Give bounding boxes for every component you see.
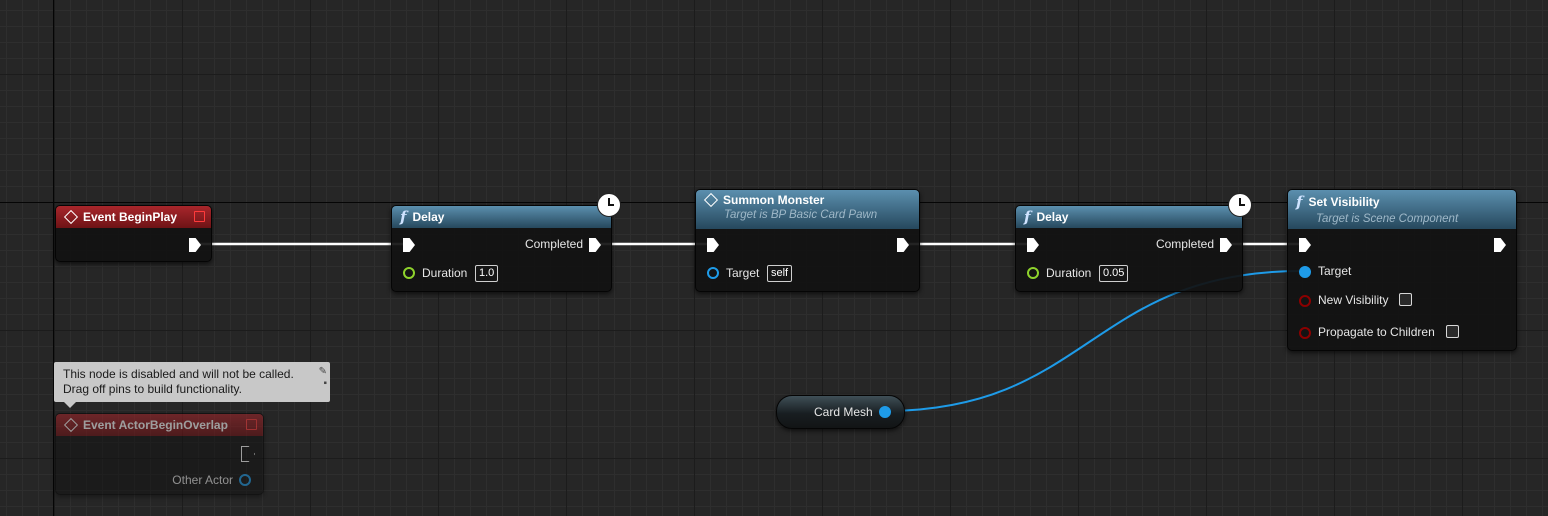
node-delay-2[interactable]: f Delay Completed Duration 0.05 xyxy=(1015,205,1243,292)
propagate-pin[interactable] xyxy=(1299,327,1311,339)
node-header: f Set Visibility Target is Scene Compone… xyxy=(1288,190,1516,229)
exec-out-completed-pin[interactable] xyxy=(1220,238,1232,252)
exec-out-pin[interactable] xyxy=(1494,238,1506,252)
node-header: Event ActorBeginOverlap xyxy=(56,414,263,436)
completed-label: Completed xyxy=(1155,237,1214,251)
node-title: Event BeginPlay xyxy=(83,210,178,224)
node-title: Delay xyxy=(412,210,445,224)
variable-label: Card Mesh xyxy=(814,405,873,419)
target-self-value: self xyxy=(767,265,793,282)
card-mesh-out-pin[interactable] xyxy=(879,406,891,418)
node-summon-monster[interactable]: Summon Monster Target is BP Basic Card P… xyxy=(695,189,920,292)
new-visibility-pin[interactable] xyxy=(1299,295,1311,307)
exec-in-pin[interactable] xyxy=(1027,238,1039,252)
node-header: f Delay xyxy=(1016,206,1242,228)
exec-in-pin[interactable] xyxy=(403,238,415,252)
node-set-visibility[interactable]: f Set Visibility Target is Scene Compone… xyxy=(1287,189,1517,351)
target-label: Target xyxy=(1318,264,1352,278)
new-visibility-checkbox[interactable] xyxy=(1399,293,1412,306)
function-icon: f xyxy=(400,208,407,226)
disabled-node-comment: This node is disabled and will not be ca… xyxy=(54,362,330,408)
target-pin[interactable] xyxy=(1299,266,1311,278)
exec-out-pin[interactable] xyxy=(189,238,201,252)
target-pin[interactable] xyxy=(707,267,719,279)
node-title: Set Visibility xyxy=(1308,195,1380,209)
propagate-checkbox[interactable] xyxy=(1446,325,1459,338)
duration-label: Duration xyxy=(422,266,468,280)
exec-in-pin[interactable] xyxy=(707,238,719,252)
latent-clock-icon xyxy=(597,193,621,217)
exec-in-pin[interactable] xyxy=(1299,238,1311,252)
propagate-label: Propagate to Children xyxy=(1318,325,1435,339)
other-actor-label: Other Actor xyxy=(172,473,233,487)
object-wire-cardmesh-target[interactable] xyxy=(883,270,1303,412)
comment-line-1: This node is disabled and will not be ca… xyxy=(63,367,294,381)
duration-label: Duration xyxy=(1046,266,1092,280)
latent-clock-icon xyxy=(1228,193,1252,217)
node-title: Delay xyxy=(1036,210,1069,224)
custom-event-diamond-icon xyxy=(703,192,719,208)
exec-out-pin[interactable] xyxy=(897,238,909,252)
node-header: Summon Monster Target is BP Basic Card P… xyxy=(696,190,919,229)
new-visibility-label: New Visibility xyxy=(1318,293,1389,307)
function-icon: f xyxy=(1024,208,1031,226)
delegate-pin-icon[interactable] xyxy=(246,419,257,430)
node-title: Event ActorBeginOverlap xyxy=(83,418,228,432)
node-card-mesh-variable[interactable]: Card Mesh xyxy=(776,395,905,429)
completed-label: Completed xyxy=(524,237,583,251)
duration-pin[interactable] xyxy=(1027,267,1039,279)
node-title: Summon Monster xyxy=(723,193,825,207)
exec-out-completed-pin[interactable] xyxy=(589,238,601,252)
delegate-pin-icon[interactable] xyxy=(194,211,205,222)
duration-input[interactable]: 0.05 xyxy=(1099,265,1129,282)
node-delay-1[interactable]: f Delay Completed Duration 1.0 xyxy=(391,205,612,292)
node-event-actorbeginoverlap[interactable]: Event ActorBeginOverlap Other Actor xyxy=(55,413,264,495)
target-label: Target xyxy=(726,266,760,280)
comment-bubble-toggle-icon[interactable]: ▪ xyxy=(323,376,327,391)
exec-out-pin[interactable] xyxy=(241,446,255,462)
duration-pin[interactable] xyxy=(403,267,415,279)
comment-line-2: Drag off pins to build functionality. xyxy=(63,382,242,396)
node-header: Event BeginPlay xyxy=(56,206,211,228)
node-event-beginplay[interactable]: Event BeginPlay xyxy=(55,205,212,262)
node-header: f Delay xyxy=(392,206,611,228)
function-icon: f xyxy=(1296,193,1303,211)
other-actor-pin[interactable] xyxy=(239,474,251,486)
duration-input[interactable]: 1.0 xyxy=(475,265,499,282)
node-subtitle: Target is Scene Component xyxy=(1316,213,1459,225)
event-diamond-icon xyxy=(63,417,79,433)
node-subtitle: Target is BP Basic Card Pawn xyxy=(724,209,878,221)
event-diamond-icon xyxy=(63,209,79,225)
